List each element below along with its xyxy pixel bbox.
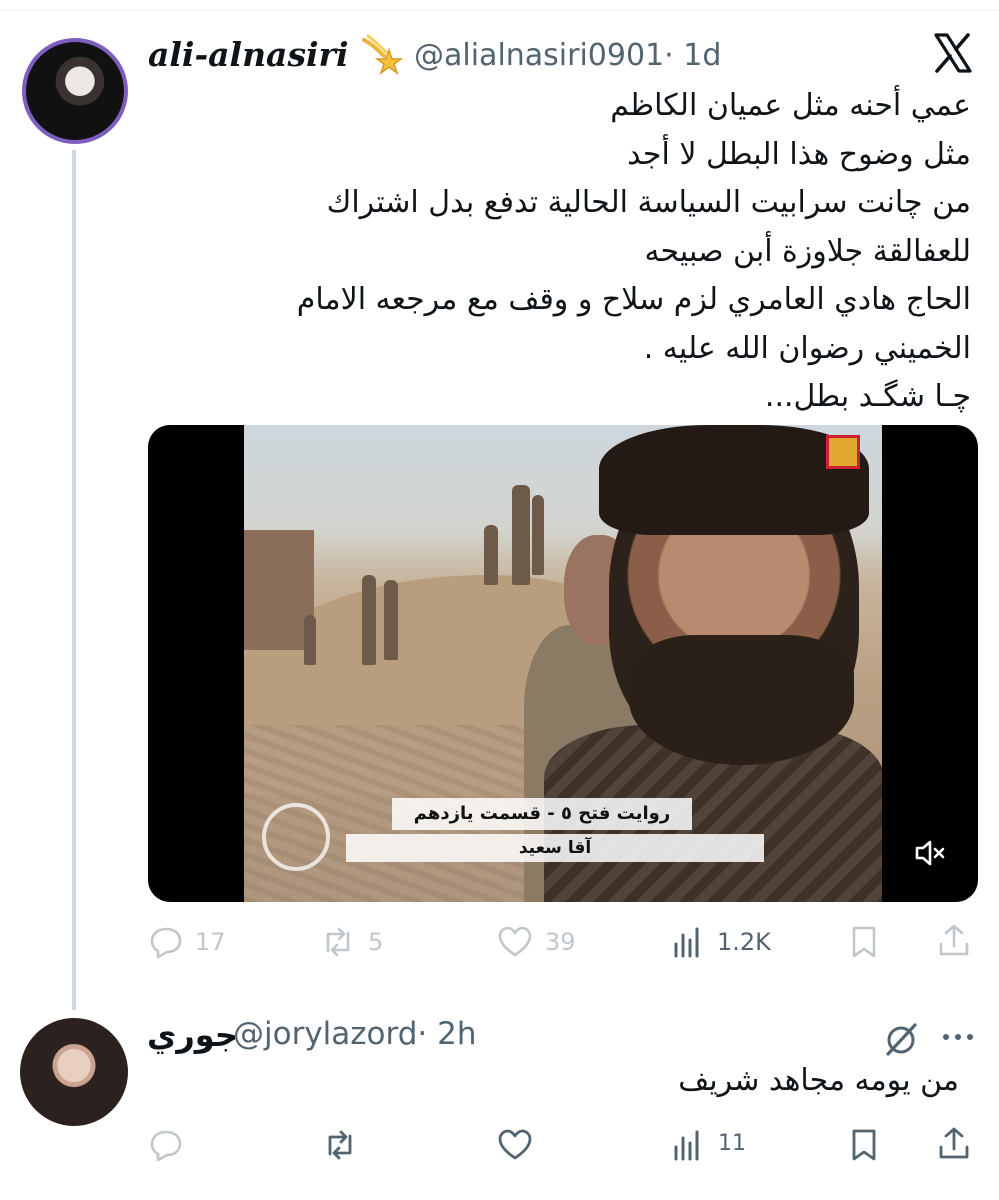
tweet-line: من چانت سرابيت السياسة الحالية تدفع بدل …	[326, 185, 971, 220]
top-divider	[0, 10, 999, 11]
author-handle-text[interactable]: @alialnasiri0901	[414, 38, 664, 73]
reply-author-handle[interactable]: @jorylazord· 2h	[233, 1016, 477, 1052]
share-icon[interactable]	[936, 1125, 972, 1161]
tweet-line: چـا شگـد بطل...	[764, 379, 971, 414]
grok-icon[interactable]	[882, 1020, 920, 1058]
video-subtitle-line1: روايت فتح ٥ - قسمت يازدهم	[392, 798, 692, 830]
shooting-star-icon	[362, 34, 404, 76]
channel-logo	[826, 435, 860, 469]
repost-count: 5	[368, 928, 384, 956]
video-frame[interactable]: روايت فتح ٥ - قسمت يازدهم آقا سعيد	[244, 425, 882, 902]
repost-icon[interactable]	[320, 924, 356, 960]
watermark-seal	[262, 803, 330, 871]
reply-count: 17	[195, 928, 226, 956]
reply-author-avatar[interactable]	[20, 1018, 128, 1126]
tweet-line: للعفالقة جلاوزة أبن صبيحه	[644, 233, 971, 269]
tweet-line: عمي أحنه مثل عميان الكاظم	[610, 88, 971, 123]
author-handle[interactable]: @alialnasiri0901· 1d	[414, 38, 721, 73]
views-count: 1.2K	[717, 928, 771, 956]
tweet-line: الخميني رضوان الله عليه .	[643, 330, 971, 366]
repost-icon[interactable]	[322, 1127, 358, 1163]
reply-author-name[interactable]: جوري	[147, 1016, 238, 1054]
reply-text: من يومه مجاهد شريف	[678, 1063, 959, 1098]
thread-connector-line	[72, 150, 76, 1010]
share-icon[interactable]	[936, 922, 972, 958]
reply-timestamp[interactable]: · 2h	[417, 1016, 476, 1052]
like-icon[interactable]	[497, 924, 533, 960]
reply-author-handle-text[interactable]: @jorylazord	[233, 1016, 417, 1052]
author-name[interactable]: ali-alnasiri	[148, 35, 348, 74]
x-logo-icon	[934, 33, 972, 73]
views-icon[interactable]	[670, 1127, 706, 1163]
views-icon[interactable]	[670, 924, 706, 960]
speaker-muted-icon[interactable]	[912, 835, 948, 871]
tweet-line: الحاج هادي العامري لزم سلاح و وقف مع مرج…	[296, 282, 971, 317]
bookmark-icon[interactable]	[846, 924, 882, 960]
author-avatar[interactable]	[22, 38, 128, 144]
video-subtitle-line2: آقا سعيد	[346, 834, 764, 862]
reply-icon[interactable]	[148, 924, 184, 960]
reply-views-count: 11	[718, 1131, 746, 1156]
like-count: 39	[545, 928, 576, 956]
reply-icon[interactable]	[148, 1127, 184, 1163]
more-options-icon[interactable]	[938, 1022, 978, 1052]
bookmark-icon[interactable]	[846, 1127, 882, 1163]
like-icon[interactable]	[497, 1127, 533, 1163]
tweet-timestamp[interactable]: · 1d	[664, 38, 721, 73]
video-player[interactable]: روايت فتح ٥ - قسمت يازدهم آقا سعيد	[148, 425, 978, 902]
tweet-line: مثل وضوح هذا البطل لا أجد	[627, 136, 971, 172]
tweet-text: عمي أحنه مثل عميان الكاظم مثل وضوح هذا ا…	[211, 82, 971, 422]
